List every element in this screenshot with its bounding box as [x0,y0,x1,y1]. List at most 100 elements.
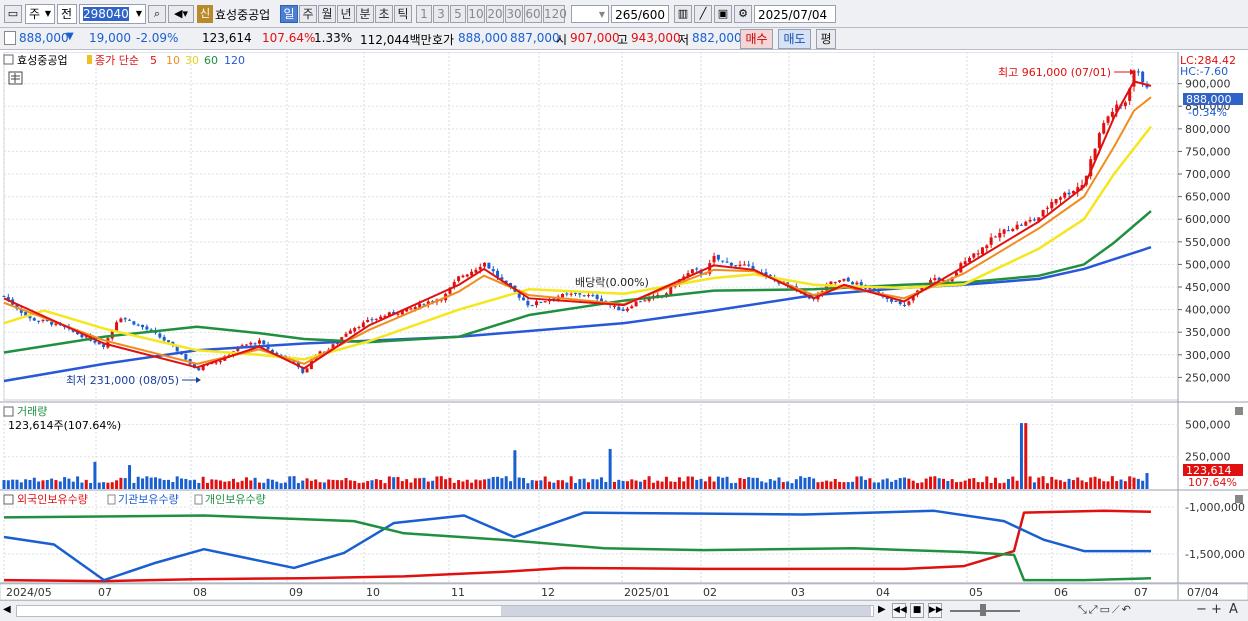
y-tick-label: 600,000 [1185,213,1231,226]
volume-bar [24,479,28,489]
x-tick-label: 06 [1054,586,1068,599]
interval-tab-4[interactable]: 분 [356,5,374,23]
minute-tab-10[interactable]: 10 [467,5,485,23]
volume-bar [1006,479,1010,489]
sell-button[interactable]: 매도 [778,29,811,49]
volume-bar [1019,423,1023,489]
y-tick-label: 250,000 [1185,371,1231,384]
candle-body [409,308,413,310]
volume-bar [612,481,616,489]
volume-close-icon[interactable] [1235,407,1243,415]
volume-bar [266,478,270,489]
candle-body [903,304,907,306]
candle-body [115,322,119,331]
volume-bar [842,482,846,489]
minute-custom-select[interactable]: ▼ [571,5,609,23]
holding-close-icon[interactable] [1235,495,1243,503]
volume-bar [530,480,534,489]
stop-icon[interactable]: ■ [910,603,924,618]
zoom-out-icon[interactable]: − [1196,602,1207,617]
stock-chart[interactable]: 2024/05 07 08 09 10 11 12 2025/01 02 03 04 05 06 07 07… [0,52,1248,600]
minute-tab-3[interactable]: 3 [433,5,449,23]
legend-ma60: 60 [204,54,218,67]
volume-bar [119,477,123,489]
window-icon[interactable]: ▭ [4,5,22,23]
volume-bar [699,478,703,489]
candle-body [574,292,577,294]
candle-body [1024,221,1028,226]
panel-menu-icon[interactable] [3,54,14,65]
candle-body [197,368,201,371]
candle-body [32,318,36,321]
rewind-icon[interactable]: ◀◀ [892,603,907,618]
legend-ma5: 5 [150,54,157,67]
zoom-slider-handle[interactable] [980,604,986,616]
scrollbar-thumb[interactable] [501,606,871,616]
volume-bar [950,479,954,489]
candle-body [240,345,244,347]
interval-tab-3[interactable]: 년 [337,5,355,23]
gear-icon[interactable]: ⚙ [734,5,752,23]
minute-tab-1[interactable]: 1 [416,5,432,23]
candle-body [136,324,140,326]
candle-body [1041,210,1045,217]
volume-bar [32,477,36,489]
volume-bar [1093,476,1097,489]
draw-tool-icon[interactable]: ╱ [694,5,712,23]
code-input[interactable]: 298040 ▼ [79,4,146,24]
period-select[interactable]: 주 ▼ [25,4,55,24]
minute-tab-20[interactable]: 20 [486,5,504,23]
volume-bar [392,477,396,489]
volume-bar [470,482,474,489]
interval-tab-2[interactable]: 월 [318,5,336,23]
interval-tab-5[interactable]: 초 [375,5,393,23]
interval-tab-6[interactable]: 틱 [394,5,412,23]
candle-body [695,268,699,270]
interval-tab-0[interactable]: 일 [280,5,298,23]
horizontal-scrollbar[interactable] [16,605,874,617]
holding-menu-icon[interactable] [3,494,14,505]
x-tick-label: 07/04 [1187,586,1219,599]
minute-tab-120[interactable]: 120 [543,5,567,23]
save-icon[interactable]: ▣ [714,5,732,23]
candle-type-icon[interactable]: ▥ [674,5,692,23]
sound-icon[interactable]: ◀▾ [168,5,194,23]
font-size-icon[interactable]: A [1229,602,1238,617]
volume-bar [491,476,495,489]
candle-body [617,306,621,311]
volume-bar [444,479,448,489]
volume-bar [19,482,23,489]
legend-stock-name: 효성중공업 [17,54,68,67]
volume-bar [54,480,58,489]
scroll-left-icon[interactable]: ◀ [3,604,11,615]
volume-bar [288,476,292,489]
volume-bar [201,476,205,489]
candle-body [829,281,833,285]
eval-button[interactable]: 평 [816,29,836,49]
price-change: 19,000 [89,31,131,45]
buy-button[interactable]: 매수 [740,29,773,49]
volume-bar [998,483,1002,489]
all-button[interactable]: 전 [57,4,77,24]
volume-menu-icon[interactable] [3,406,14,417]
last-change-tag: -0.34% [1188,106,1227,119]
volume-bar [924,478,928,489]
volume-bar [58,481,62,489]
minute-tab-60[interactable]: 60 [524,5,542,23]
low-label: 저 [678,33,690,47]
toolbar: ▭ 주 ▼ 전 298040 ▼ ⌕ ◀▾ 신 효성중공업 일주월년분초틱 1351… [0,0,1248,28]
volume-bar [565,482,569,489]
date-input[interactable]: 2025/07/04▦ [754,5,836,23]
interval-tab-1[interactable]: 주 [299,5,317,23]
drawing-tools-icons[interactable]: ⤡⤢▭⟋↶ [1078,603,1133,617]
candle-body [894,300,898,302]
minute-tab-5[interactable]: 5 [450,5,466,23]
fast-forward-icon[interactable]: ▶▶ [928,603,943,618]
volume-bar [599,477,603,489]
zoom-in-icon[interactable]: + [1211,602,1222,617]
minute-tab-30[interactable]: 30 [505,5,523,23]
volume-bar [180,478,184,489]
scroll-right-icon[interactable]: ▶ [878,604,886,615]
count-input[interactable]: 265/600 [611,5,669,23]
search-icon[interactable]: ⌕ [148,5,166,23]
